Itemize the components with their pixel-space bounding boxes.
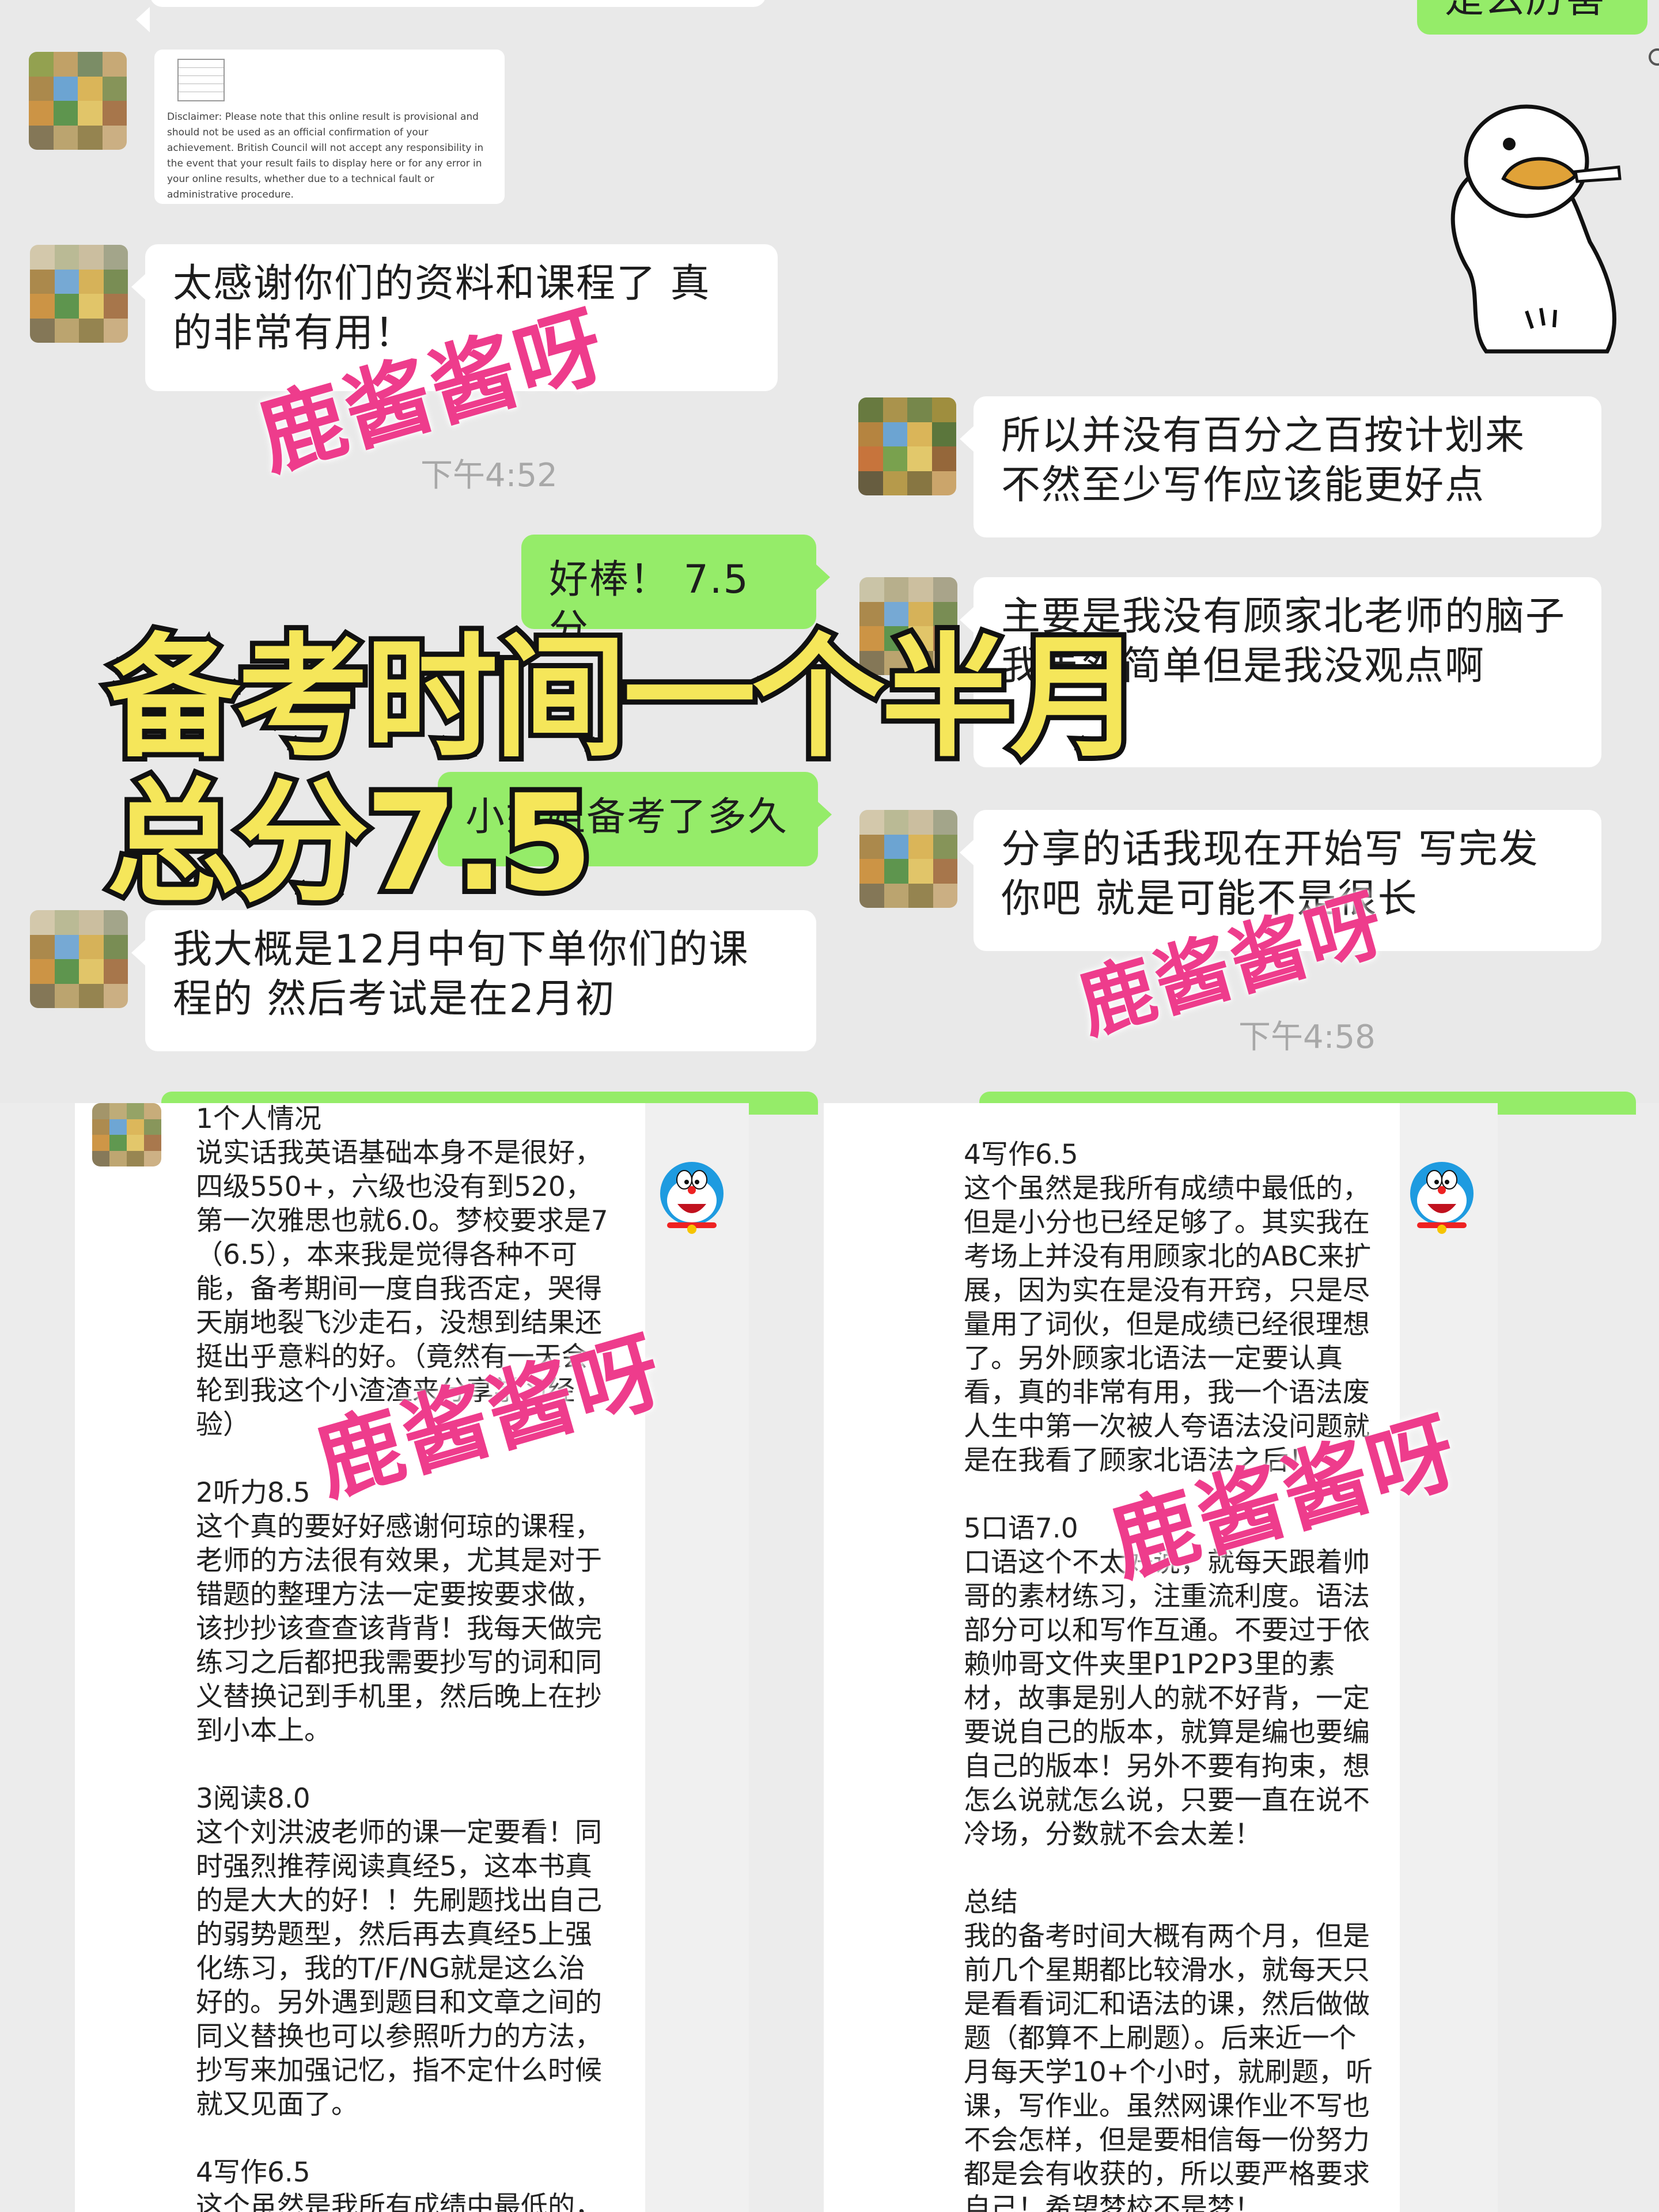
avatar-top-partial [30,0,128,12]
left-panel-gutter [645,1103,749,2212]
partial-white-bubble [136,0,766,32]
message-text: 所以并没有百分之百按计划来 不然至少写作应该能更好点 [1001,413,1526,508]
partial-text: 是么厉害 [1445,0,1606,22]
avatar [30,910,128,1008]
partial-green-bubble: 是么厉害 [1417,0,1647,35]
screenshot-collage: { "chat_top": { "disclaimer_text": "Disc… [0,0,1659,2212]
side-cutoff-icon [1649,48,1659,66]
doraemon-icon [1410,1162,1474,1234]
message-december[interactable]: 我大概是12月中旬下单你们的课程的 然后考试是在2月初 [131,910,816,1051]
timestamp: 下午4:52 [421,457,558,494]
overlay-title-line1: 备考时间一个半月 [102,622,1148,776]
overlay-title-line2: 总分7.5 [102,767,598,921]
avatar [92,1103,161,1166]
ielts-result-card[interactable]: Disclaimer: Please note that this online… [154,50,505,204]
avatar [29,52,127,150]
avatar [30,245,128,343]
timestamp: 下午4:58 [1238,1018,1376,1056]
right-note-text: 4写作6.5 这个虽然是我所有成绩中最低的， 但是小分也已经足够了。其实我在 考… [964,1139,1373,2212]
score-table [177,59,225,101]
avatar [859,810,957,908]
avatar [858,397,956,495]
message-great[interactable]: 好棒！ 7.5分 [521,535,830,652]
disclaimer-text: Disclaimer: Please note that this online… [167,111,484,200]
duck-sticker [1450,104,1622,354]
right-panel-gutter [1400,1103,1498,2212]
left-note-text: 1个人情况 说实话我英语基础本身不是很好， 四级550+，六级也没有到520， … [196,1103,608,2212]
message-text: 我大概是12月中旬下单你们的课程的 然后考试是在2月初 [173,927,749,1022]
message-not-plan[interactable]: 所以并没有百分之百按计划来 不然至少写作应该能更好点 [960,396,1601,537]
right-note-panel: 4写作6.5 这个虽然是我所有成绩中最低的， 但是小分也已经足够了。其实我在 考… [824,1103,1498,2212]
chat-screenshot: 是么厉害 Disclaimer: Please note that this o… [0,0,1659,1103]
doraemon-icon [660,1162,724,1234]
